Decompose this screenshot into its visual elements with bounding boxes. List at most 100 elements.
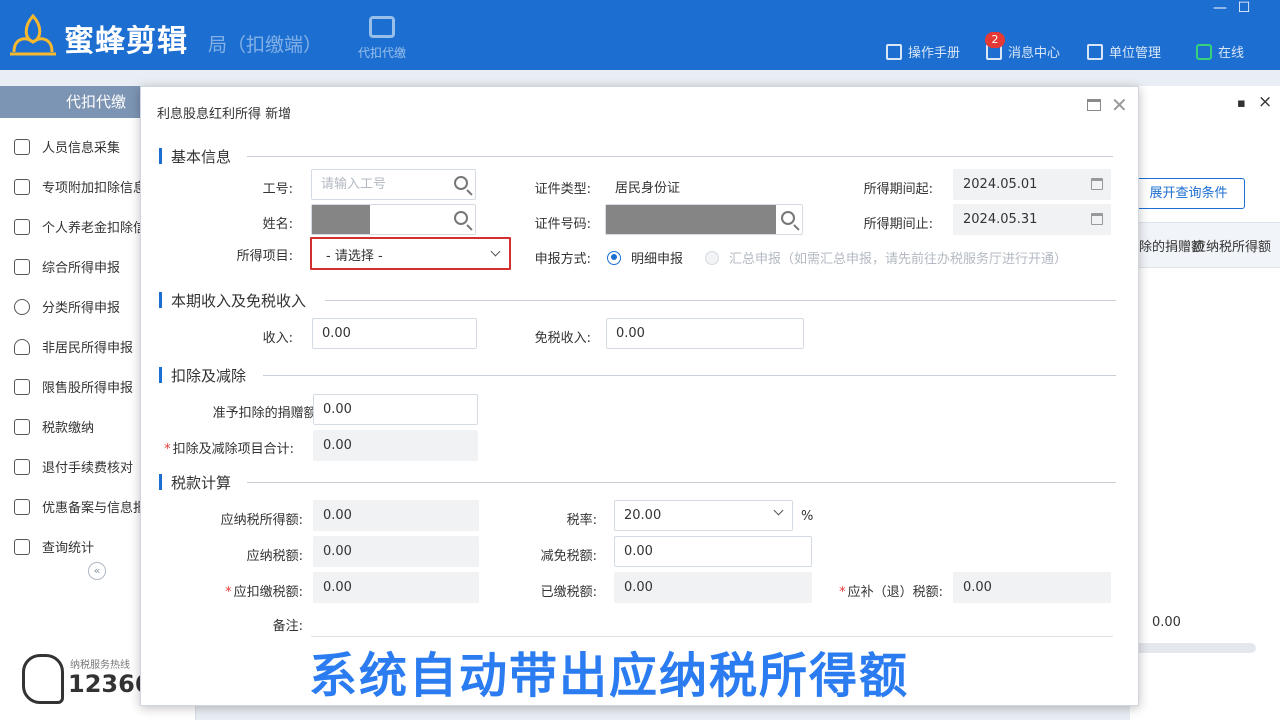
message-count-badge: 2: [985, 32, 1005, 48]
filing-summary-radio: 汇总申报（如需汇总申报，请先前往办税服务厅进行开通）: [705, 248, 1067, 267]
section-income: 本期收入及免税收入: [159, 291, 307, 310]
calendar-icon[interactable]: [1091, 213, 1103, 225]
deduction-total-label: * 扣除及减除项目合计:: [141, 438, 294, 457]
tax-rate-value: 20.00: [624, 508, 662, 523]
period-start-value: 2024.05.01: [963, 177, 1038, 192]
online-status[interactable]: 在线: [1196, 42, 1244, 61]
tax-free-income-input[interactable]: 0.00: [606, 318, 804, 349]
deduction-total-label-text: 扣除及减除项目合计:: [172, 442, 294, 457]
donation-input[interactable]: 0.00: [313, 394, 478, 425]
period-start-input[interactable]: 2024.05.01: [953, 169, 1111, 200]
background-sum-cell: 0.00: [1152, 615, 1181, 630]
building-icon: [1087, 43, 1103, 60]
period-end-value: 2024.05.31: [963, 212, 1038, 227]
redacted-id-number: [606, 205, 776, 234]
sidebar-collapse-button[interactable]: «: [88, 562, 106, 580]
section-title: 税款计算: [171, 473, 232, 492]
name-label: 姓名:: [262, 217, 293, 232]
message-center-label: 消息中心: [1008, 46, 1061, 61]
section-divider: [247, 156, 1113, 157]
filing-detailed-radio[interactable]: 明细申报: [607, 248, 683, 267]
checklist-icon: [14, 458, 30, 475]
chevron-down-icon: [773, 505, 784, 516]
sidebar-item-label: 专项附加扣除信息: [42, 181, 147, 196]
unit-management-link[interactable]: 单位管理: [1087, 42, 1161, 61]
section-title: 基本信息: [171, 147, 232, 166]
section-divider: [263, 375, 1116, 376]
dialog-maximize-icon[interactable]: [1087, 99, 1101, 111]
top-bar: 蜜蜂剪辑 局（扣缴端） 代扣代缴 操作手册 消息中心 2 单位管理 在线 — ☐: [0, 0, 1280, 70]
required-mark: *: [839, 585, 846, 600]
id-number-input[interactable]: [605, 204, 803, 235]
taxable-income-value: 0.00: [313, 500, 479, 531]
copy-icon: [14, 498, 30, 515]
hotline-label: 纳税服务热线: [70, 660, 130, 671]
section-title: 扣除及减除: [171, 366, 247, 385]
wallet-icon: [369, 16, 395, 38]
tax-rate-select[interactable]: 20.00: [614, 500, 793, 531]
period-start-label: 所得期间起:: [863, 182, 933, 197]
watermark-text: 蜜蜂剪辑: [64, 24, 188, 59]
tax-payable-label: 应纳税额:: [246, 549, 303, 564]
withholding-feature-button[interactable]: 代扣代缴: [352, 16, 412, 61]
filing-summary-label: 汇总申报（如需汇总申报，请先前往办税服务厅进行开通）: [729, 252, 1068, 267]
minimize-button[interactable]: —: [1210, 0, 1230, 16]
withholding-value: 0.00: [313, 572, 479, 603]
manual-link[interactable]: 操作手册: [886, 42, 960, 61]
section-tax-calc: 税款计算: [159, 473, 232, 492]
section-basic-info: 基本信息: [159, 147, 232, 166]
employee-id-label: 工号:: [262, 182, 293, 197]
employee-id-placeholder: 请输入工号: [321, 177, 387, 192]
query-icon: [14, 538, 30, 555]
sidebar-item-label: 查询统计: [42, 541, 95, 556]
id-number-label: 证件号码:: [534, 217, 591, 232]
section-marker: [159, 292, 162, 308]
refund-label-text: 应补（退）税额:: [847, 585, 943, 600]
sidebar-item-label: 税款缴纳: [42, 421, 95, 436]
tax-free-income-label: 免税收入:: [534, 331, 591, 346]
layers-icon: [14, 258, 30, 275]
chevron-down-icon: [490, 246, 501, 257]
section-divider: [325, 300, 1116, 301]
required-mark: *: [225, 585, 232, 600]
background-restore-button[interactable]: ▪: [1237, 96, 1246, 111]
employee-id-input[interactable]: 请输入工号: [311, 169, 476, 200]
expand-query-button[interactable]: 展开查询条件: [1132, 178, 1245, 209]
period-end-input[interactable]: 2024.05.31: [953, 204, 1111, 235]
tax-rate-unit: %: [801, 509, 814, 524]
bee-logo-icon: [10, 13, 56, 56]
section-title: 本期收入及免税收入: [171, 291, 307, 310]
withholding-label: * 应扣缴税额:: [181, 581, 303, 600]
income-item-select[interactable]: - 请选择 -: [310, 237, 511, 270]
dialog-title: 利息股息红利所得 新增: [157, 107, 292, 122]
filing-detailed-label: 明细申报: [631, 252, 684, 267]
withholding-label-text: 应扣缴税额:: [233, 585, 303, 600]
pie-chart-icon: [14, 298, 30, 315]
sidebar-item-label: 综合所得申报: [42, 261, 121, 276]
income-input[interactable]: 0.00: [312, 318, 477, 349]
dialog-close-button[interactable]: ✕: [1111, 95, 1128, 115]
search-icon[interactable]: [454, 211, 468, 225]
online-status-icon: [1196, 43, 1212, 60]
paid-tax-label: 已缴税额:: [540, 585, 597, 600]
sidebar-item-label: 分类所得申报: [42, 301, 121, 316]
search-icon[interactable]: [781, 211, 795, 225]
search-icon[interactable]: [454, 176, 468, 190]
maximize-button[interactable]: ☐: [1234, 0, 1254, 16]
document-icon: [14, 218, 30, 235]
deduction-total-value: 0.00: [313, 430, 478, 461]
background-close-button[interactable]: ×: [1258, 92, 1272, 112]
horizontal-scrollbar[interactable]: [1132, 643, 1256, 653]
calendar-icon[interactable]: [1091, 178, 1103, 190]
sidebar-item-label: 非居民所得申报: [42, 341, 134, 356]
section-marker: [159, 148, 162, 164]
income-item-label: 所得项目:: [236, 249, 293, 264]
income-item-value: - 请选择 -: [326, 249, 383, 264]
bar-chart-icon: [14, 378, 30, 395]
manual-link-label: 操作手册: [908, 46, 961, 61]
withholding-feature-label: 代扣代缴: [357, 46, 406, 60]
name-input[interactable]: [311, 204, 476, 235]
tax-reduction-input[interactable]: 0.00: [614, 536, 812, 567]
income-add-dialog: 利息股息红利所得 新增 ✕ 基本信息 工号: 请输入工号 姓名: 所得项目: -…: [140, 86, 1139, 706]
period-end-label: 所得期间止:: [863, 217, 933, 232]
